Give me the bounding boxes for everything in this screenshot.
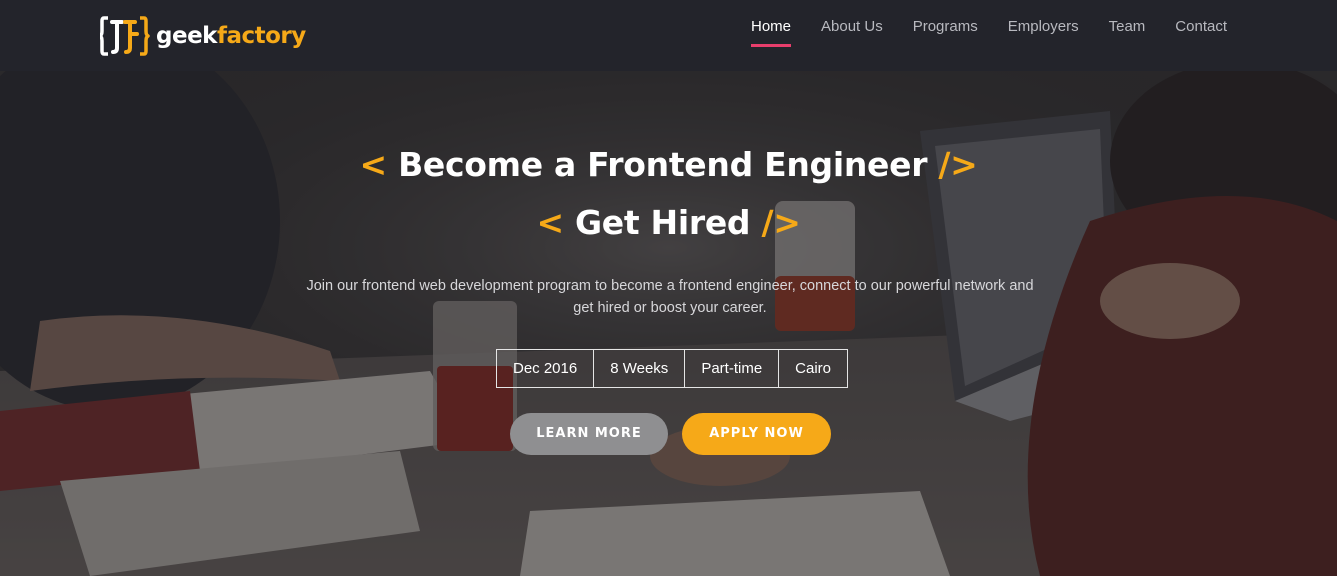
nav-item-programs[interactable]: Programs <box>913 0 978 71</box>
nav-item-contact[interactable]: Contact <box>1175 0 1227 71</box>
fact-start-date: Dec 2016 <box>497 350 595 387</box>
fact-duration: 8 Weeks <box>594 350 686 387</box>
hero-section: < Become a Frontend Engineer /> < Get Hi… <box>0 71 1337 576</box>
hero-subtitle: Join our frontend web development progra… <box>306 278 1034 316</box>
nav-item-employers[interactable]: Employers <box>1008 0 1079 71</box>
nav-item-home[interactable]: Home <box>751 0 792 71</box>
fact-schedule: Part-time <box>685 350 780 387</box>
main-nav: Home About Us Programs Employers Team Co… <box>721 0 1227 71</box>
brand-logo[interactable]: geekfactory <box>100 12 306 60</box>
program-facts: Dec 2016 8 Weeks Part-time Cairo <box>496 349 849 388</box>
navbar: geekfactory Home About Us Programs Emplo… <box>0 0 1337 71</box>
hero-headline-primary: < Become a Frontend Engineer /> <box>359 145 978 184</box>
nav-item-team[interactable]: Team <box>1109 0 1146 71</box>
learn-more-button[interactable]: LEARN MORE <box>510 413 668 455</box>
brand-name: geekfactory <box>156 23 306 49</box>
fact-location: Cairo <box>795 360 832 377</box>
braces-logo-icon <box>100 16 150 56</box>
apply-now-button[interactable]: APPLY NOW <box>682 413 831 455</box>
nav-item-about-us[interactable]: About Us <box>821 0 883 71</box>
hero-headline-secondary: < Get Hired /> <box>536 203 801 242</box>
